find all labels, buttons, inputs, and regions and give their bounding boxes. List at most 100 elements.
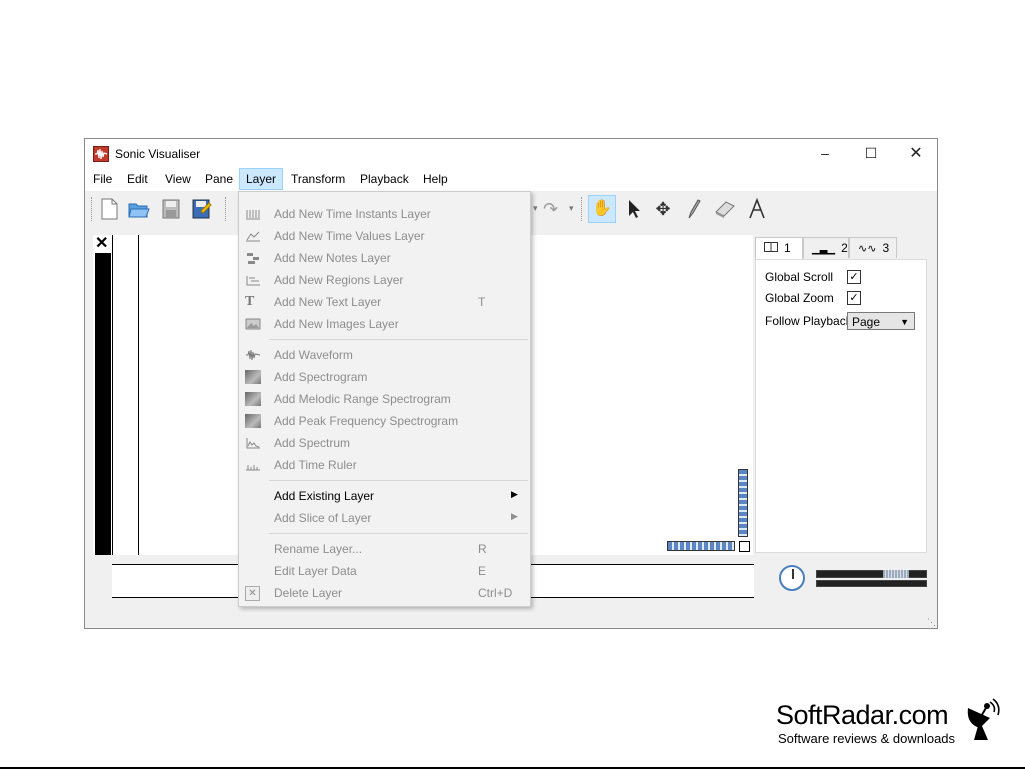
minimize-icon[interactable]: – (802, 139, 848, 168)
menu-playback[interactable]: Playback (354, 168, 415, 190)
follow-playback-select[interactable]: Page ▼ (847, 312, 915, 330)
menu-item-label: Add New Time Values Layer (274, 229, 425, 243)
menu-item-label: Edit Layer Data (274, 564, 357, 578)
menu-help[interactable]: Help (417, 168, 454, 190)
open-folder-icon[interactable] (127, 197, 151, 221)
menu-bar: File Edit View Pane Layer Transform Play… (85, 168, 937, 191)
redo-dropdown-icon[interactable]: ▾ (569, 203, 574, 214)
tab-label: 3 (882, 241, 890, 255)
time-ruler-icon (245, 458, 261, 472)
tab-label: 1 (784, 241, 791, 255)
tab-2[interactable]: ▁▃▁ 2 (803, 237, 849, 258)
dial-needle (792, 569, 794, 579)
toolbar-separator (581, 197, 583, 221)
select-arrow-icon[interactable] (623, 197, 647, 221)
close-icon[interactable]: ✕ (893, 139, 939, 168)
brand-tagline: Software reviews & downloads (778, 731, 956, 746)
layer-tabs: 1 ▁▃▁ 2 ∿∿ 3 (755, 237, 929, 260)
global-scroll-label: Global Scroll (765, 270, 834, 284)
resize-grip-icon[interactable]: ⋱ (927, 617, 936, 628)
layer-menu-popup: Add New Time Instants Layer Add New Time… (238, 191, 531, 607)
menu-add-slice-of-layer[interactable]: Add Slice of Layer ▶ (239, 507, 530, 529)
playback-speed-dial[interactable] (779, 565, 805, 591)
menu-item-label: Add Waveform (274, 348, 353, 362)
submenu-arrow-icon: ▶ (511, 489, 518, 499)
title-bar[interactable]: Sonic Visualiser – ☐ ✕ (85, 139, 937, 168)
menu-edit-layer-data[interactable]: Edit Layer Data E (239, 560, 530, 582)
menu-add-waveform[interactable]: Add Waveform (239, 344, 530, 366)
menu-item-label: Add Spectrum (274, 436, 351, 450)
menu-add-notes-layer[interactable]: Add New Notes Layer (239, 247, 530, 269)
menu-item-shortcut: Ctrl+D (478, 586, 513, 600)
menu-view[interactable]: View (159, 168, 197, 190)
playback-gain-slider[interactable] (816, 570, 927, 578)
zoom-reset-button[interactable] (739, 541, 750, 552)
menu-add-time-instants-layer[interactable]: Add New Time Instants Layer (239, 203, 530, 225)
menu-item-label: Add Time Ruler (274, 458, 357, 472)
vertical-zoom-wheel[interactable] (738, 469, 748, 537)
menu-add-spectrogram[interactable]: Add Spectrogram (239, 366, 530, 388)
menu-add-existing-layer[interactable]: Add Existing Layer ▶ (239, 485, 530, 507)
tab-3[interactable]: ∿∿ 3 (849, 237, 897, 258)
tab-1[interactable]: 1 (755, 237, 803, 260)
menu-transform[interactable]: Transform (285, 168, 351, 190)
menu-layer[interactable]: Layer (239, 168, 284, 190)
menu-add-images-layer[interactable]: Add New Images Layer (239, 313, 530, 335)
follow-playback-label: Follow Playback (765, 314, 852, 328)
save-as-icon[interactable] (189, 197, 213, 221)
regions-icon (245, 273, 261, 287)
save-icon[interactable] (159, 197, 183, 221)
window-title: Sonic Visualiser (115, 147, 201, 161)
waveform-icon: ∿∿ (858, 243, 877, 255)
playback-pan-slider[interactable] (816, 580, 927, 587)
chevron-down-icon: ▼ (900, 317, 909, 327)
global-scroll-checkbox[interactable]: ✓ (847, 270, 861, 284)
menu-add-time-values-layer[interactable]: Add New Time Values Layer (239, 225, 530, 247)
menu-item-label: Add New Images Layer (274, 317, 399, 331)
menu-add-time-ruler[interactable]: Add Time Ruler (239, 454, 530, 476)
time-values-icon (245, 229, 261, 243)
menu-add-melodic-range-spectrogram[interactable]: Add Melodic Range Spectrogram (239, 388, 530, 410)
undo-dropdown-icon[interactable]: ▾ (533, 203, 538, 214)
menu-item-shortcut: R (478, 542, 487, 556)
menu-add-spectrum[interactable]: Add Spectrum (239, 432, 530, 454)
menu-pane[interactable]: Pane (199, 168, 239, 190)
pane-layout-icon (764, 242, 778, 252)
erase-icon[interactable] (713, 197, 737, 221)
time-ruler-icon: ▁▃▁ (812, 244, 836, 255)
menu-delete-layer[interactable]: ✕ Delete Layer Ctrl+D (239, 582, 530, 604)
time-instants-icon (245, 207, 261, 221)
menu-rename-layer[interactable]: Rename Layer... R (239, 538, 530, 560)
menu-item-label: Add New Text Layer (274, 295, 382, 309)
follow-playback-value: Page (852, 315, 881, 329)
new-file-icon[interactable] (97, 197, 121, 221)
measure-icon[interactable] (745, 197, 769, 221)
horizontal-zoom-wheel[interactable] (667, 541, 735, 551)
navigate-hand-icon[interactable]: ✋ (588, 195, 616, 223)
menu-item-label: Add Slice of Layer (274, 511, 372, 525)
pane-divider (112, 235, 113, 555)
redo-icon[interactable]: ↷ (543, 197, 567, 221)
maximize-icon[interactable]: ☐ (848, 139, 894, 168)
global-zoom-checkbox[interactable]: ✓ (847, 291, 861, 305)
menu-add-peak-frequency-spectrogram[interactable]: Add Peak Frequency Spectrogram (239, 410, 530, 432)
close-pane-icon[interactable]: ✕ (95, 233, 108, 253)
text-icon: T (245, 294, 255, 309)
menu-edit[interactable]: Edit (121, 168, 154, 190)
menu-item-label: Delete Layer (274, 586, 343, 600)
gain-slider-handle[interactable] (883, 570, 909, 578)
global-zoom-label: Global Zoom (765, 291, 834, 305)
satellite-dish-icon (962, 698, 1002, 745)
draw-pencil-icon[interactable] (681, 197, 705, 221)
move-icon[interactable]: ✥ (651, 197, 675, 221)
toolbar-grip[interactable] (91, 197, 93, 221)
menu-item-shortcut: T (478, 295, 486, 309)
menu-item-label: Add New Time Instants Layer (274, 207, 431, 221)
menu-item-label: Add New Regions Layer (274, 273, 404, 287)
menu-file[interactable]: File (87, 168, 118, 190)
menu-item-label: Add Spectrogram (274, 370, 368, 384)
toolbar-separator (225, 197, 227, 221)
menu-add-text-layer[interactable]: T Add New Text Layer T (239, 291, 530, 313)
menu-add-regions-layer[interactable]: Add New Regions Layer (239, 269, 530, 291)
menu-item-label: Add Melodic Range Spectrogram (274, 392, 451, 406)
